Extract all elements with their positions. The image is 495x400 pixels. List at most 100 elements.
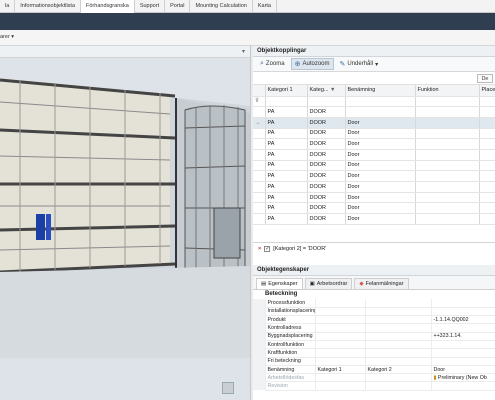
zoom-button[interactable]: ⌕ Zooma [257,59,288,69]
cell-benamning: Door [345,192,416,204]
property-value[interactable] [431,348,495,358]
layers-dropdown[interactable]: arer ▾ [0,34,14,40]
cell-kategori-2: DOOR [307,181,346,193]
property-value[interactable]: -1.1.14.QQ002 [431,315,495,325]
property-value[interactable]: ++323.1.14. [431,332,495,342]
property-name: Kontrolladress [265,323,316,333]
table-row[interactable]: PA DOOR Door [253,181,495,193]
column-header-kategori-1[interactable]: Kategori 1 [265,85,308,97]
property-row[interactable]: Byggnadsplacering ++323.1.14. [253,332,495,342]
wrench-icon: ✎ [339,61,346,68]
cell-kategori-1: PA [265,128,308,140]
cell-benamning: Door [345,213,416,225]
property-row[interactable]: Produkt -1.1.14.QQ002 [253,315,495,325]
filter-cell[interactable] [479,96,495,108]
tab-portal[interactable]: Portal [165,0,191,13]
workflow-status-icon: ▮ [433,374,437,381]
row-marker [253,181,266,193]
property-value[interactable] [431,323,495,333]
collapse-icon[interactable]: ▾ [242,48,245,55]
property-row[interactable]: Arbetsflödesfas ▮ Preliminary (New Ob [253,373,495,383]
cell-kategori-2: DOOR [307,117,346,129]
filter-cell[interactable] [415,96,480,108]
filter-icon[interactable]: ▼ [330,87,335,93]
view-cube-icon[interactable] [222,382,234,394]
table-row[interactable]: PA DOOR Door [253,160,495,172]
property-value[interactable] [431,299,495,308]
filter-row-icon: ⊽ [253,96,266,108]
filter-cell[interactable] [265,96,308,108]
cell-placering [479,149,495,161]
column-header-benamning[interactable]: Benämning [345,85,416,97]
table-row[interactable]: PA DOOR Door [253,138,495,150]
subtab-felanmalningar[interactable]: ◆ Felanmälningar [354,278,409,289]
cell-funktion [415,106,480,118]
table-row[interactable]: PA DOOR Door [253,213,495,225]
tab-list[interactable]: la [0,0,16,13]
property-row[interactable]: Kraftfunktion [253,348,495,358]
table-row-selected[interactable]: → PA DOOR Door [253,117,495,129]
bim-3d-viewer[interactable]: ▾ [0,46,251,400]
property-value[interactable]: ▮ Preliminary (New Ob [431,373,495,383]
autozoom-icon: ⊕ [294,61,301,68]
property-row[interactable]: Benämning Kategori 1 Kategori 2 Door [253,365,495,375]
filter-cell[interactable] [307,96,346,108]
property-value[interactable]: Door [431,365,495,375]
property-name: Byggnadsplacering [265,332,316,342]
cell-placering [479,106,495,118]
cell-placering [479,213,495,225]
property-row[interactable]: Processfunktion [253,299,495,308]
clipboard-icon: ▣ [309,281,315,287]
tab-informationsobjektlista[interactable]: Informationsobjektlista [15,0,82,13]
tab-support[interactable]: Support [135,0,166,13]
chevron-down-icon: ▾ [375,61,379,68]
row-marker [253,138,266,150]
row-marker [253,160,266,172]
property-value[interactable] [431,381,495,391]
table-row[interactable]: PA DOOR Door [253,192,495,204]
column-header-kategori-2[interactable]: Kateg... ▼ [307,85,346,97]
property-row[interactable]: Fri beteckning [253,357,495,366]
cell-funktion [415,181,480,193]
column-header-funktion[interactable]: Funktion [415,85,480,97]
table-row[interactable]: PA DOOR Door [253,170,495,182]
filter-cell[interactable] [345,96,416,108]
table-row[interactable]: PA DOOR Door [253,202,495,215]
property-row[interactable]: Installationsplacering [253,307,495,317]
column-header-placering[interactable]: Placer [479,85,495,97]
cell-placering [479,117,495,129]
subtab-egenskaper[interactable]: ▤ Egenskaper [256,278,303,289]
cell-kategori-2: DOOR [307,160,346,172]
header-bar [0,13,495,30]
row-marker [253,213,266,225]
building-model[interactable] [0,58,251,400]
table-row[interactable]: PA DOOR Door [253,128,495,140]
tab-forhandsgranska[interactable]: Förhandsgranska [81,0,135,13]
table-row[interactable]: PA DOOR [253,106,495,118]
cell-benamning: Door [345,149,416,161]
property-value[interactable] [431,307,495,317]
tab-karta[interactable]: Karta [253,0,277,13]
property-row[interactable]: Kontrollfunktion [253,340,495,350]
active-filter-text[interactable]: [Kategori 2] = 'DOOR' [273,246,326,252]
property-subheader: Kategori 1 [315,365,366,375]
filter-enabled-checkbox[interactable]: ✓ [264,246,271,252]
table-row[interactable]: PA DOOR Door [253,149,495,161]
property-subheader: Kategori 2 [365,365,432,375]
autozoom-button[interactable]: ⊕ Autozoom [290,58,334,70]
table-header-row: Kategori 1 Kateg... ▼ Benämning Funktion… [253,85,495,97]
property-value[interactable] [431,340,495,350]
grid-action-button[interactable]: De [477,74,493,83]
property-name: Arbetsflödesfas [265,373,316,383]
clear-filter-icon[interactable]: × [258,246,261,252]
subtab-arbetsordrar[interactable]: ▣ Arbetsordrar [304,278,353,289]
cell-kategori-1: PA [265,213,308,225]
cell-funktion [415,128,480,140]
property-name: Produkt [265,315,316,325]
tab-mounting-calculation[interactable]: Mounting Calculation [190,0,253,13]
property-name: Revision [265,381,316,391]
property-row[interactable]: Revision [253,381,495,391]
property-row[interactable]: Kontrolladress [253,323,495,333]
property-value[interactable] [431,357,495,366]
underhall-dropdown[interactable]: ✎ Underhåll ▾ [337,59,382,69]
